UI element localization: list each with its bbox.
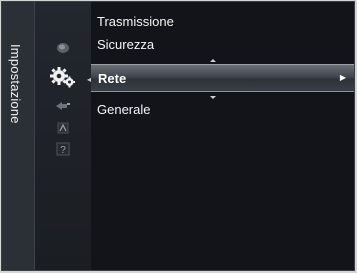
menu-item-trasmissione[interactable]: Trasmissione [97,14,174,29]
menu-title-strip: Impostazione [2,2,35,270]
menu-item-rete-selected[interactable]: Rete ▶ [91,64,354,92]
application-icon[interactable] [35,122,91,134]
svg-text:?: ? [60,145,66,156]
selected-item-label: Rete [98,71,127,86]
menu-item-generale[interactable]: Generale [97,102,150,117]
input-icon[interactable] [35,100,91,110]
menu-title: Impostazione [8,44,23,124]
settings-menu-window: Impostazione ? Trasmissione Sicurezza Re… [1,1,355,271]
support-icon[interactable]: ? [35,142,91,156]
submenu-right-arrow-icon: ▶ [339,73,346,82]
menu-item-sicurezza[interactable]: Sicurezza [97,37,154,52]
scroll-up-icon [210,59,216,62]
settings-gear-icon[interactable] [35,66,91,90]
category-icon-column: ◀ ? [35,2,93,270]
scroll-down-icon [210,96,216,99]
picture-icon[interactable] [35,42,91,54]
